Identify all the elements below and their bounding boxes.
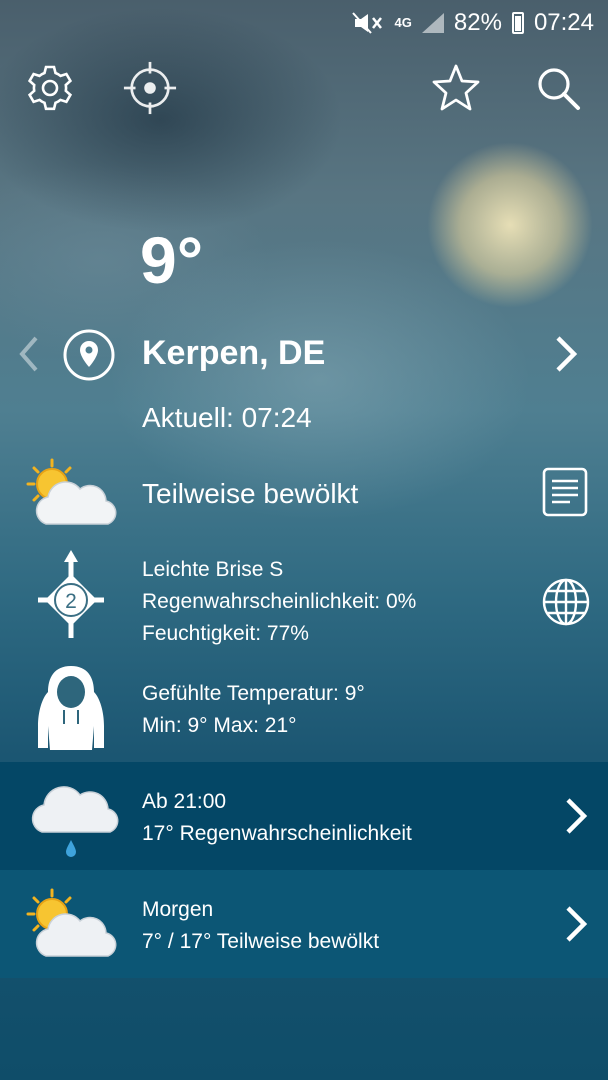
forecast-item-tomorrow[interactable]: Morgen 7° / 17° Teilweise bewölkt <box>0 870 608 978</box>
location-name[interactable]: Kerpen, DE <box>142 334 325 373</box>
network-type: 4G <box>394 15 412 30</box>
previous-location-button[interactable] <box>14 334 44 374</box>
wind-details: Leichte Brise S Regenwahrscheinlichkeit:… <box>142 554 416 650</box>
crosshair-icon <box>123 61 177 115</box>
battery-percent: 82% <box>453 9 502 36</box>
forecast-tonight-text: Ab 21:00 17° Regenwahrscheinlichkeit <box>142 786 412 850</box>
forecast-item-tonight[interactable]: Ab 21:00 17° Regenwahrscheinlichkeit <box>0 762 608 870</box>
current-temperature: 9° <box>140 223 204 297</box>
search-icon <box>538 68 580 110</box>
locate-button[interactable] <box>122 60 178 116</box>
signal-icon <box>421 13 444 33</box>
min-max-text: Min: 9° Max: 21° <box>142 714 297 737</box>
chevron-right-icon <box>556 336 578 372</box>
chevron-left-icon <box>19 336 38 372</box>
next-location-button[interactable] <box>552 332 582 376</box>
feels-like-details: Gefühlte Temperatur: 9° Min: 9° Max: 21° <box>142 678 365 742</box>
forecast-title: Ab 21:00 <box>142 790 227 813</box>
forecast-tomorrow-chevron <box>562 904 592 944</box>
battery-icon <box>511 12 524 34</box>
location-row: Kerpen, DE <box>0 322 608 386</box>
map-button[interactable] <box>540 576 592 628</box>
document-icon <box>542 467 588 517</box>
details-button[interactable] <box>540 466 590 518</box>
rain-cloud-icon <box>24 774 120 860</box>
chevron-right-icon <box>566 798 588 834</box>
location-pin-button[interactable] <box>62 328 116 382</box>
favorite-button[interactable] <box>428 60 484 116</box>
partly-cloudy-icon <box>24 886 120 962</box>
settings-button[interactable] <box>22 60 78 116</box>
gear-icon <box>27 65 73 111</box>
location-pin-icon <box>63 329 115 381</box>
forecast-title: Morgen <box>142 898 214 921</box>
wind-compass-icon: 2 <box>36 548 106 652</box>
rain-chance-text: Regenwahrscheinlichkeit: 0% <box>142 590 417 613</box>
hoodie-icon <box>36 664 106 752</box>
status-time: 07:24 <box>533 9 594 36</box>
star-icon <box>432 64 480 111</box>
chevron-right-icon <box>566 906 588 942</box>
partly-cloudy-icon <box>24 458 120 530</box>
forecast-tomorrow-text: Morgen 7° / 17° Teilweise bewölkt <box>142 894 379 958</box>
wind-speed: 2 <box>65 590 77 613</box>
condition-text: Teilweise bewölkt <box>142 478 359 509</box>
forecast-detail: 17° Regenwahrscheinlichkeit <box>142 822 412 845</box>
updated-time: Aktuell: 07:24 <box>142 402 312 433</box>
status-bar: 4G 82% 07:24 <box>0 0 608 46</box>
mute-icon <box>351 12 382 34</box>
globe-icon <box>542 578 590 626</box>
search-button[interactable] <box>530 60 586 116</box>
humidity-text: Feuchtigkeit: 77% <box>142 622 309 645</box>
forecast-detail: 7° / 17° Teilweise bewölkt <box>142 930 380 953</box>
forecast-tonight-chevron <box>562 796 592 836</box>
wind-text: Leichte Brise S <box>142 558 284 581</box>
feels-like-text: Gefühlte Temperatur: 9° <box>142 682 365 705</box>
